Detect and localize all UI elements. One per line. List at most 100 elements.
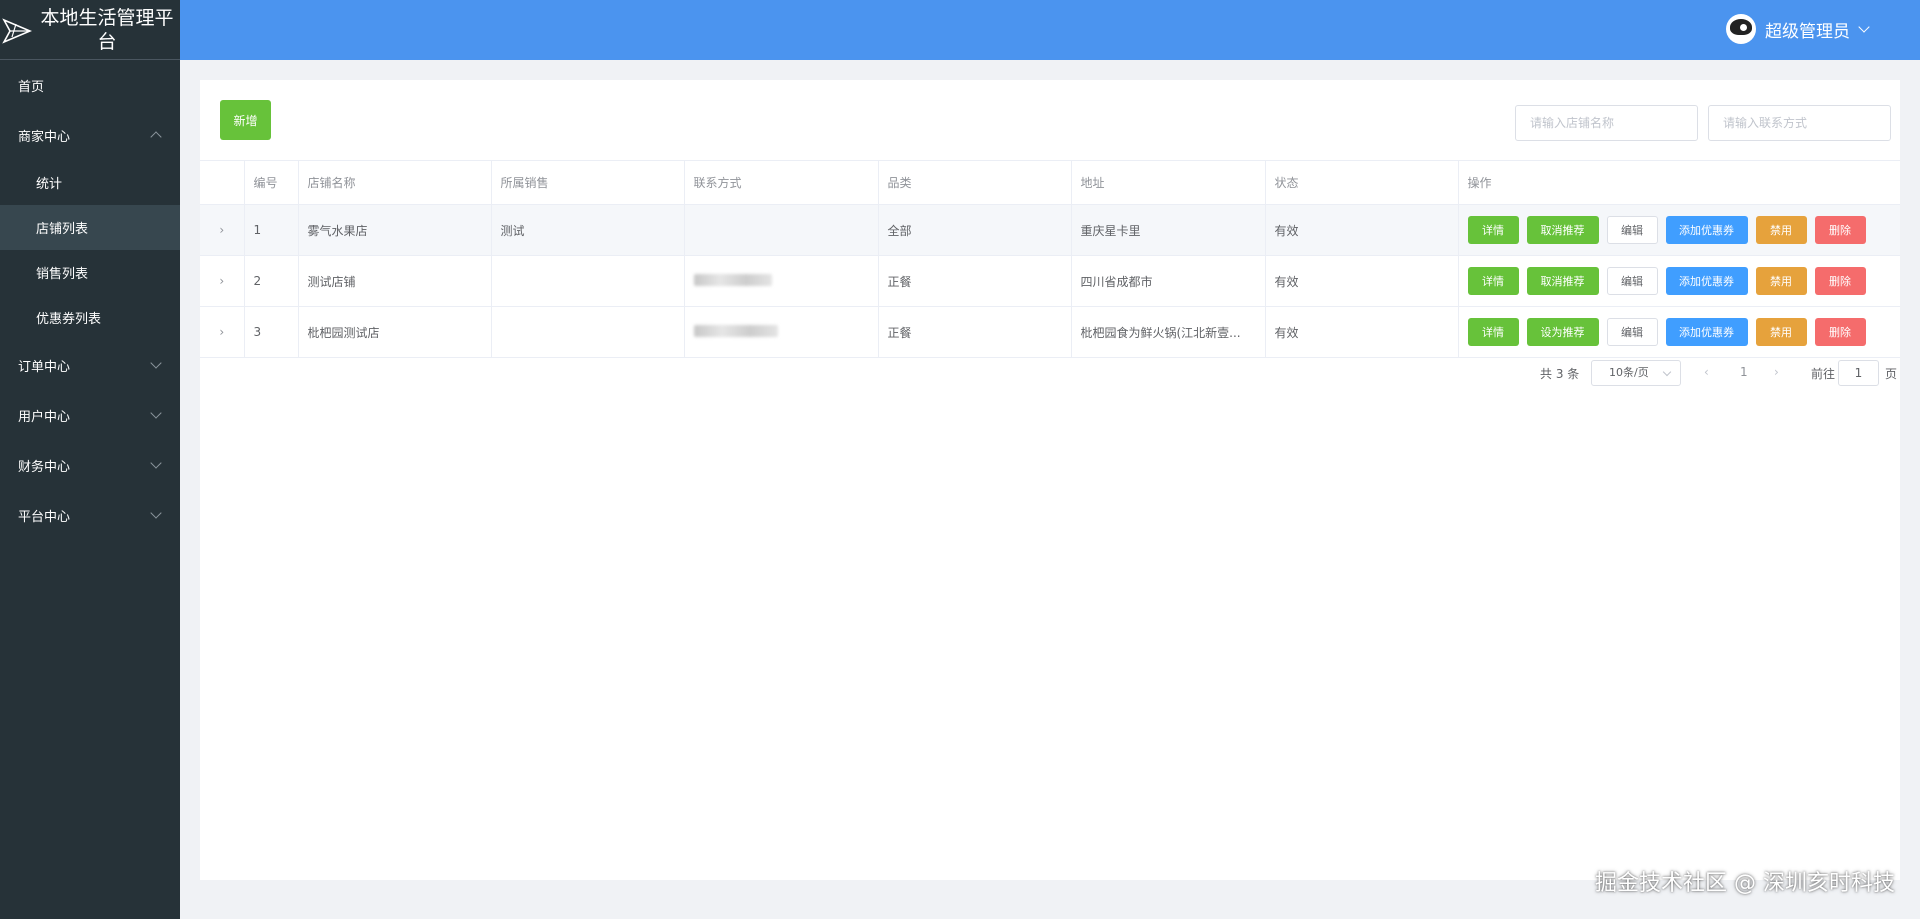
menu-home[interactable]: 首页 [0, 60, 180, 110]
logo-icon [2, 17, 32, 44]
cell-address: 枇杷园食为鲜火锅(江北新壹... [1071, 306, 1266, 358]
table-header-row: 编号 店铺名称 所属销售 联系方式 品类 地址 状态 操作 [200, 160, 1900, 205]
menu-user-center-label: 用户中心 [18, 409, 71, 425]
menu-finance-center[interactable]: 财务中心 [0, 440, 180, 490]
menu-stats-label: 统计 [36, 177, 63, 192]
cell-sales [491, 306, 685, 358]
avatar [1726, 14, 1756, 44]
edit-button[interactable]: 编辑 [1606, 318, 1658, 346]
current-page[interactable]: 1 [1740, 365, 1748, 379]
chevron-down-icon [150, 457, 162, 469]
menu-platform-center-label: 平台中心 [18, 509, 71, 525]
logo: 本地生活管理平台 [0, 0, 180, 60]
table-row: › 2 测试店铺 正餐 四川省成都市 有效 详情 取消推荐 编辑 添加优惠券 禁… [200, 255, 1900, 307]
cell-sales: 测试 [491, 204, 685, 256]
table-row: › 1 雾气水果店 测试 全部 重庆星卡里 有效 详情 取消推荐 编辑 添加优惠… [200, 204, 1900, 256]
delete-button[interactable]: 删除 [1814, 267, 1866, 295]
chevron-down-icon [150, 357, 162, 369]
cell-actions: 详情 设为推荐 编辑 添加优惠券 禁用 删除 [1458, 306, 1900, 358]
disable-button[interactable]: 禁用 [1755, 318, 1807, 346]
page-size-select[interactable]: 10条/页 [1591, 360, 1681, 386]
menu-sales-list[interactable]: 销售列表 [0, 250, 180, 295]
cell-sales [491, 255, 685, 307]
next-page-icon[interactable]: › [1774, 365, 1779, 379]
header-address: 地址 [1071, 160, 1266, 205]
menu-order-center[interactable]: 订单中心 [0, 340, 180, 390]
menu-user-center[interactable]: 用户中心 [0, 390, 180, 440]
app-title: 本地生活管理平台 [40, 6, 174, 53]
prev-page-icon[interactable]: ‹ [1704, 365, 1709, 379]
cell-address: 四川省成都市 [1071, 255, 1266, 307]
cell-status: 有效 [1265, 306, 1459, 358]
cell-actions: 详情 取消推荐 编辑 添加优惠券 禁用 删除 [1458, 255, 1900, 307]
cell-name: 测试店铺 [298, 255, 492, 307]
add-coupon-button[interactable]: 添加优惠券 [1665, 216, 1748, 244]
recommend-button[interactable]: 取消推荐 [1526, 267, 1599, 295]
redacted-contact [693, 273, 772, 286]
header-id: 编号 [244, 160, 299, 205]
cell-status: 有效 [1265, 255, 1459, 307]
header-actions: 操作 [1458, 160, 1900, 205]
menu-store-list[interactable]: 店铺列表 [0, 205, 180, 250]
delete-button[interactable]: 删除 [1814, 216, 1866, 244]
expand-icon[interactable]: › [200, 255, 245, 307]
goto-page-input[interactable]: 1 [1838, 360, 1879, 386]
expand-icon[interactable]: › [200, 306, 245, 358]
pagination: 共 3 条 10条/页 ‹ 1 › 前往 1 页 [200, 360, 1900, 386]
expand-icon[interactable]: › [200, 204, 245, 256]
header-status: 状态 [1265, 160, 1459, 205]
add-button[interactable]: 新增 [220, 100, 271, 140]
redacted-contact [693, 324, 778, 337]
disable-button[interactable]: 禁用 [1755, 216, 1807, 244]
table-row: › 3 枇杷园测试店 正餐 枇杷园食为鲜火锅(江北新壹... 有效 详情 设为推… [200, 306, 1900, 358]
header-contact: 联系方式 [684, 160, 879, 205]
menu-merchant-center[interactable]: 商家中心 [0, 110, 180, 160]
page-suffix: 页 [1885, 367, 1898, 381]
top-header: 超级管理员 [180, 0, 1920, 60]
menu-platform-center[interactable]: 平台中心 [0, 490, 180, 540]
cell-name: 枇杷园测试店 [298, 306, 492, 358]
cell-contact [684, 204, 879, 256]
delete-button[interactable]: 删除 [1814, 318, 1866, 346]
header-category: 品类 [878, 160, 1072, 205]
cell-category: 全部 [878, 204, 1072, 256]
user-name: 超级管理员 [1765, 21, 1850, 42]
detail-button[interactable]: 详情 [1467, 216, 1519, 244]
recommend-button[interactable]: 设为推荐 [1526, 318, 1599, 346]
cell-actions: 详情 取消推荐 编辑 添加优惠券 禁用 删除 [1458, 204, 1900, 256]
disable-button[interactable]: 禁用 [1755, 267, 1807, 295]
cell-category: 正餐 [878, 255, 1072, 307]
recommend-button[interactable]: 取消推荐 [1526, 216, 1599, 244]
cell-name: 雾气水果店 [298, 204, 492, 256]
cell-address: 重庆星卡里 [1071, 204, 1266, 256]
sidebar: 本地生活管理平台 首页 商家中心 统计 店铺列表 销售列表 优惠券列表 订单中心… [0, 0, 180, 919]
search-store-name-input[interactable]: 请输入店铺名称 [1515, 105, 1698, 141]
goto-label: 前往 [1811, 367, 1836, 381]
chevron-down-icon [150, 407, 162, 419]
menu-coupon-list-label: 优惠券列表 [36, 312, 102, 327]
header-sales: 所属销售 [491, 160, 685, 205]
chevron-down-icon [150, 507, 162, 519]
edit-button[interactable]: 编辑 [1606, 216, 1658, 244]
user-menu[interactable]: 超级管理员 [1726, 14, 1870, 44]
menu-finance-center-label: 财务中心 [18, 459, 71, 475]
menu-order-center-label: 订单中心 [18, 359, 71, 375]
detail-button[interactable]: 详情 [1467, 267, 1519, 295]
detail-button[interactable]: 详情 [1467, 318, 1519, 346]
cell-id: 3 [244, 306, 299, 358]
cell-id: 1 [244, 204, 299, 256]
pagination-total: 共 3 条 [1540, 367, 1580, 381]
menu-merchant-center-label: 商家中心 [18, 129, 71, 145]
menu-coupon-list[interactable]: 优惠券列表 [0, 295, 180, 340]
cell-id: 2 [244, 255, 299, 307]
add-coupon-button[interactable]: 添加优惠券 [1665, 267, 1748, 295]
cell-contact [684, 306, 879, 358]
menu-stats[interactable]: 统计 [0, 160, 180, 205]
cell-status: 有效 [1265, 204, 1459, 256]
menu-home-label: 首页 [18, 79, 45, 95]
chevron-down-icon [1858, 20, 1870, 33]
add-coupon-button[interactable]: 添加优惠券 [1665, 318, 1748, 346]
search-contact-input[interactable]: 请输入联系方式 [1708, 105, 1891, 141]
edit-button[interactable]: 编辑 [1606, 267, 1658, 295]
menu-store-list-label: 店铺列表 [36, 222, 89, 237]
